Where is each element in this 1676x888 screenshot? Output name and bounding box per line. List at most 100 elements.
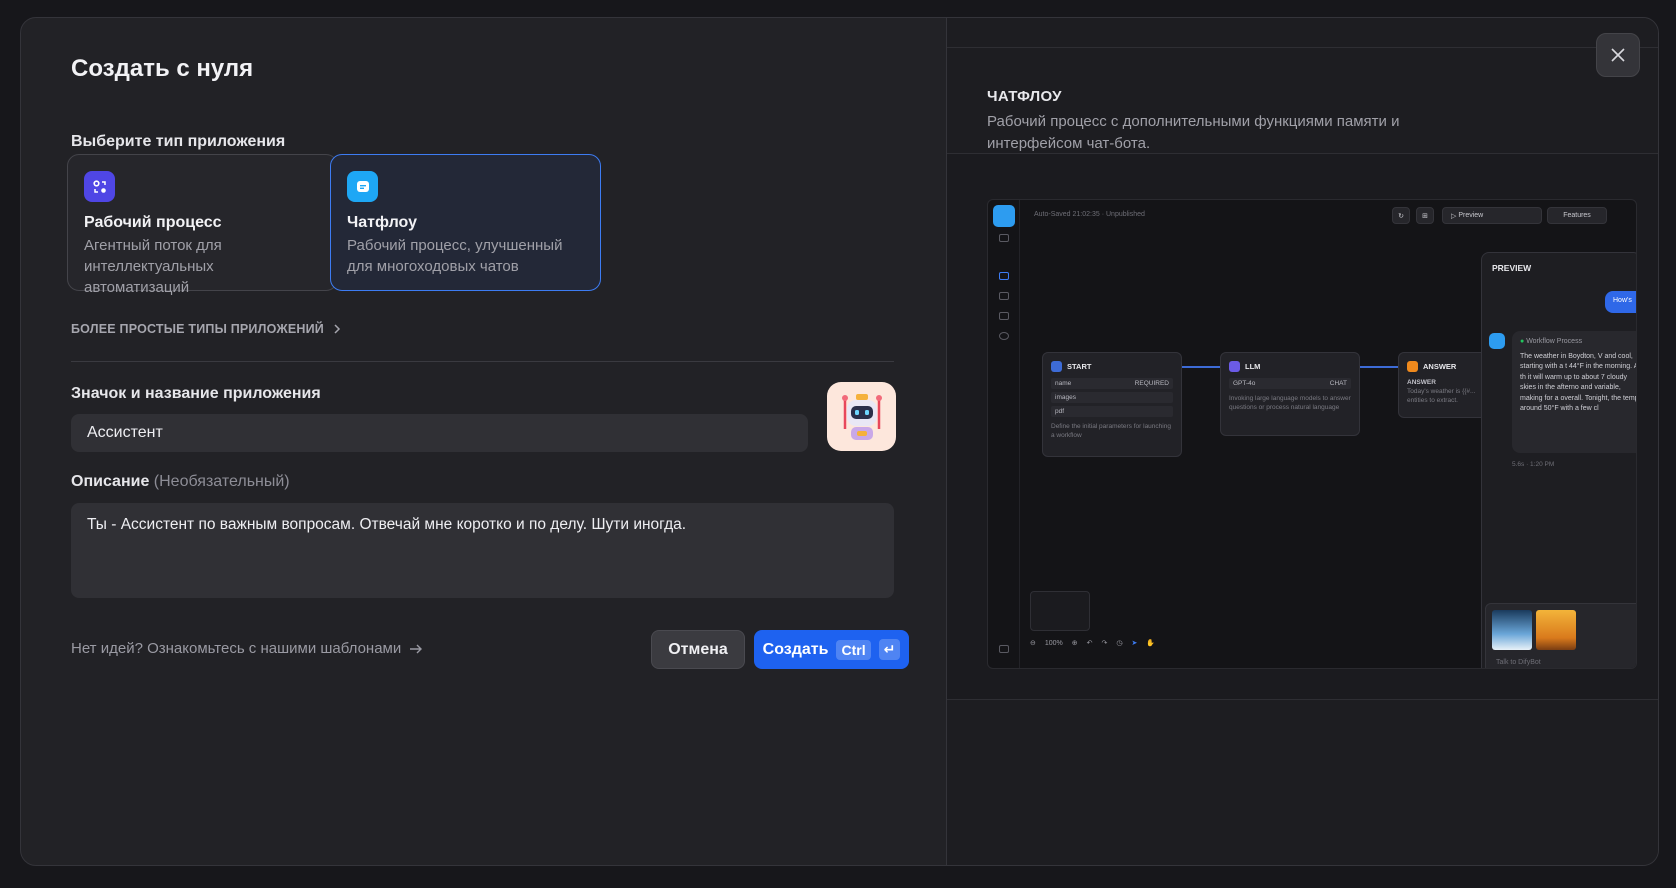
var-pdf: pdf <box>1055 408 1065 415</box>
history-icon: ◷ <box>1116 640 1123 647</box>
chevron-right-icon <box>334 324 341 334</box>
optional-hint: (Необязательный) <box>153 473 290 490</box>
workflow-icon <box>84 171 115 202</box>
bot-icon <box>993 205 1015 227</box>
undo-icon: ↶ <box>1086 640 1093 647</box>
description-textarea[interactable]: Ты - Ассистент по важным вопросам. Отвеч… <box>71 503 894 598</box>
shortcut-ctrl: Ctrl <box>836 639 871 660</box>
chatflow-icon <box>347 171 378 202</box>
shortcut-enter: ↵ <box>878 639 901 660</box>
preview-title: ЧАТФЛОУ <box>987 88 1062 105</box>
grid-icon: ⊞ <box>1416 207 1434 224</box>
type-card-chatflow[interactable]: Чатфлоу Рабочий процесс, улучшенный для … <box>330 154 601 291</box>
edge <box>1182 366 1220 368</box>
process-label: Workflow Process <box>1526 338 1583 345</box>
zoom-in-icon: ⊕ <box>1071 640 1078 647</box>
node-answer: ANSWER ANSWER Today's weather is {{#... … <box>1398 352 1488 418</box>
terminal-icon <box>999 292 1009 300</box>
form-panel: Создать с нуля Выберите тип приложения Р… <box>21 18 946 865</box>
close-icon <box>1611 48 1625 62</box>
pointer-icon: ➤ <box>1131 640 1138 647</box>
home-icon <box>1051 361 1062 372</box>
image-thumb-desert <box>1536 610 1576 650</box>
workflow-screenshot: Auto-Saved 21:02:35 · Unpublished ↻ ⊞ ▷ … <box>987 199 1637 669</box>
mock-preview-button: ▷ Preview <box>1442 207 1542 224</box>
type-description: Рабочий процесс, улучшенный для многоход… <box>347 237 563 275</box>
image-thumb-mountain <box>1492 610 1532 650</box>
reply-text: The weather in Boydton, V and cool, star… <box>1520 352 1637 413</box>
templates-link-text: Нет идей? Ознакомьтесь с нашими шаблонам… <box>71 640 402 657</box>
type-name: Рабочий процесс <box>84 214 222 231</box>
templates-link[interactable]: Нет идей? Ознакомьтесь с нашими шаблонам… <box>71 640 423 657</box>
chat-input: Talk to DifyBot <box>1485 603 1636 668</box>
history-icon: ↻ <box>1392 207 1410 224</box>
app-name-input[interactable]: Ассистент <box>71 414 808 452</box>
mock-features-label: Features <box>1563 212 1591 219</box>
type-name: Чатфлоу <box>347 214 417 231</box>
mode-tag: CHAT <box>1329 380 1347 387</box>
node-title: LLM <box>1245 362 1261 371</box>
model-name: GPT-4o <box>1233 380 1256 387</box>
divider <box>71 361 894 362</box>
node-start: START name REQUIRED images pdf Define the… <box>1042 352 1182 457</box>
description-label-text: Описание <box>71 473 150 490</box>
edge <box>1360 366 1398 368</box>
hand-icon: ✋ <box>1146 640 1156 647</box>
mock-chat-preview: PREVIEW How's ● Workflow Process The wea… <box>1481 252 1637 668</box>
chat-placeholder: Talk to DifyBot <box>1496 659 1541 666</box>
bot-avatar <box>1489 333 1505 349</box>
zoom-level: 100% <box>1044 639 1063 647</box>
answer-icon <box>1407 361 1418 372</box>
create-button-label: Создать <box>762 640 829 658</box>
globe-icon <box>999 332 1009 340</box>
create-button[interactable]: Создать Ctrl ↵ <box>754 630 909 669</box>
autosave-status: Auto-Saved 21:02:35 · Unpublished <box>1034 211 1145 218</box>
close-button[interactable] <box>1596 33 1640 77</box>
node-footer: Define the initial parameters for launch… <box>1051 423 1171 439</box>
cancel-button[interactable]: Отмена <box>651 630 745 669</box>
robot-icon <box>841 393 882 440</box>
mock-preview-label: Preview <box>1458 212 1484 219</box>
chat-preview-title: PREVIEW <box>1492 263 1532 273</box>
description-label: Описание (Необязательный) <box>71 473 290 491</box>
simpler-types-label: БОЛЕЕ ПРОСТЫЕ ТИПЫ ПРИЛОЖЕНИЙ <box>71 322 324 336</box>
dialog-title: Создать с нуля <box>71 55 254 82</box>
doc-icon <box>999 312 1009 320</box>
preview-panel: ЧАТФЛОУ Рабочий процесс с дополнительным… <box>946 18 1658 865</box>
panel-icon <box>999 645 1009 653</box>
type-description: Агентный поток для интеллектуальных авто… <box>84 237 222 296</box>
node-footer: Invoking large language models to answer… <box>1229 395 1351 411</box>
type-card-workflow[interactable]: Рабочий процесс Агентный поток для интел… <box>67 154 338 296</box>
node-title: START <box>1067 362 1092 371</box>
answer-label: ANSWER <box>1407 379 1436 386</box>
zoom-toolbar: ⊖ 100% ⊕ ↶ ↷ ◷ ➤ ✋ <box>1030 632 1155 654</box>
preview-description: Рабочий процесс с дополнительными функци… <box>987 113 1400 152</box>
node-title: ANSWER <box>1423 362 1457 371</box>
name-section-label: Значок и название приложения <box>71 385 321 402</box>
mock-features-button: Features <box>1547 207 1607 224</box>
app-type-label: Выберите тип приложения <box>71 133 286 150</box>
check-icon: ● <box>1520 338 1525 345</box>
redo-icon: ↷ <box>1101 640 1108 647</box>
user-message: How's <box>1605 291 1636 313</box>
preview-image-area: Auto-Saved 21:02:35 · Unpublished ↻ ⊞ ▷ … <box>947 153 1658 700</box>
arrow-right-icon <box>410 644 423 653</box>
create-app-dialog: Создать с нуля Выберите тип приложения Р… <box>20 17 1659 866</box>
app-icon-picker[interactable] <box>827 382 896 451</box>
answer-text: Today's weather is {{#... <box>1407 388 1476 395</box>
workflow-process-tag: ● Workflow Process <box>1520 337 1636 348</box>
var-images: images <box>1055 394 1076 401</box>
var-name: name <box>1055 380 1072 387</box>
canvas-icon <box>999 272 1009 280</box>
bot-message: ● Workflow Process The weather in Boydto… <box>1512 331 1637 453</box>
swap-icon <box>999 234 1009 242</box>
minimap <box>1030 591 1090 631</box>
required-tag: REQUIRED <box>1134 380 1169 387</box>
node-llm: LLM GPT-4o CHAT Invoking large language m… <box>1220 352 1360 436</box>
divider <box>947 47 1658 48</box>
simpler-types-toggle[interactable]: БОЛЕЕ ПРОСТЫЕ ТИПЫ ПРИЛОЖЕНИЙ <box>71 322 342 336</box>
message-time: 5.6s · 1:20 PM <box>1512 461 1555 468</box>
zoom-out-icon: ⊖ <box>1030 640 1036 647</box>
llm-icon <box>1229 361 1240 372</box>
mock-sidebar <box>988 200 1020 668</box>
